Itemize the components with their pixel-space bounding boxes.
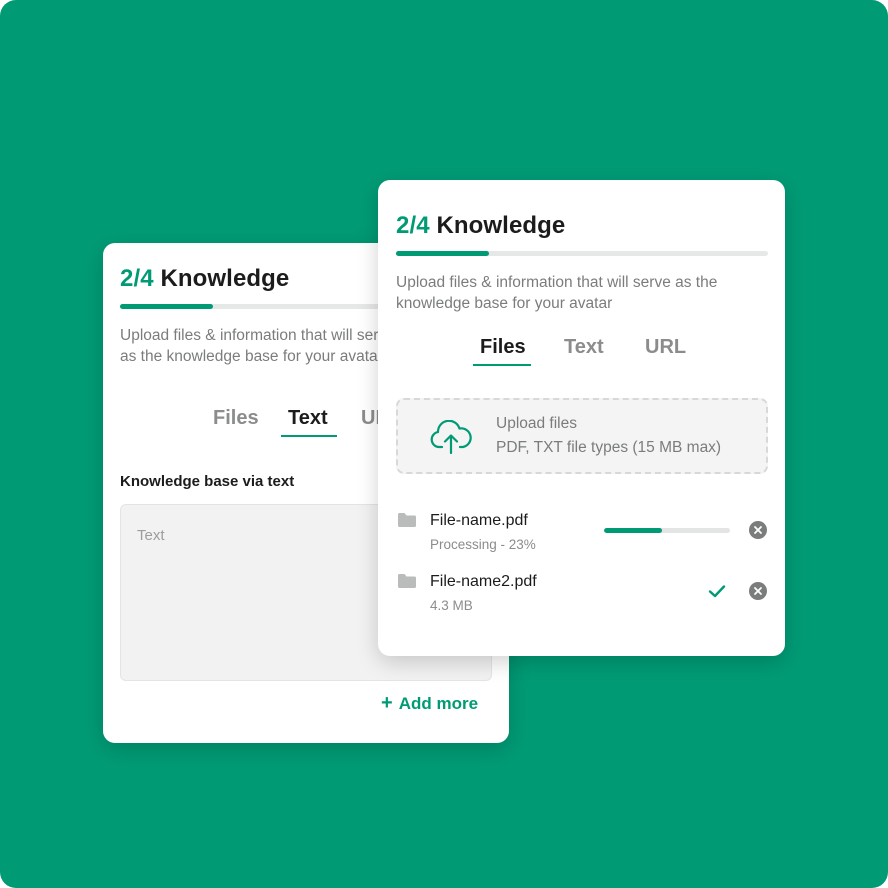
description-line-1: Upload files & information that will ser… — [396, 274, 718, 291]
card-title-text: Knowledge — [160, 265, 290, 292]
tab-text[interactable]: Text — [564, 336, 604, 359]
step-progress-track — [396, 251, 768, 256]
file-name: File-name.pdf — [430, 512, 528, 529]
page-background: 2/4 Knowledge Upload files & information… — [0, 0, 888, 888]
card-description: Upload files & information that will ser… — [396, 272, 776, 314]
file-size: 4.3 MB — [430, 598, 473, 613]
remove-file-button[interactable] — [749, 521, 767, 539]
upload-subtitle: PDF, TXT file types (15 MB max) — [496, 439, 722, 456]
tab-text[interactable]: Text — [288, 407, 328, 430]
add-more-label: Add more — [398, 694, 479, 713]
card-title: 2/4 Knowledge — [120, 265, 289, 293]
plus-icon: + — [381, 692, 393, 714]
file-name: File-name2.pdf — [430, 573, 537, 590]
card-description: Upload files & information that will ser… — [120, 327, 395, 365]
upload-dropzone[interactable]: Upload files PDF, TXT file types (15 MB … — [396, 398, 768, 474]
description-line-2: knowledge base for your avatar — [396, 295, 613, 312]
upload-progress-fill — [604, 528, 662, 533]
folder-icon — [398, 513, 416, 527]
file-status: Processing - 23% — [430, 537, 536, 552]
active-tab-indicator — [473, 364, 531, 366]
card-title: 2/4 Knowledge — [396, 212, 565, 240]
add-more-button[interactable]: + Add more — [381, 692, 478, 715]
remove-file-button[interactable] — [749, 582, 767, 600]
cloud-upload-icon — [430, 420, 472, 454]
upload-progress-track — [604, 528, 730, 533]
tab-files[interactable]: Files — [213, 407, 259, 430]
folder-icon — [398, 574, 416, 588]
tab-url[interactable]: URL — [645, 336, 686, 359]
step-indicator: 2/4 — [396, 212, 430, 239]
step-indicator: 2/4 — [120, 265, 154, 292]
card-title-text: Knowledge — [436, 212, 566, 239]
active-tab-indicator — [281, 435, 337, 437]
upload-title: Upload files — [496, 415, 577, 432]
check-icon — [708, 585, 726, 598]
step-progress-fill — [120, 304, 213, 309]
close-icon — [754, 526, 762, 534]
section-label: Knowledge base via text — [120, 473, 295, 490]
knowledge-card-files: 2/4 Knowledge Upload files & information… — [378, 180, 785, 656]
tab-files[interactable]: Files — [480, 336, 526, 359]
step-progress-fill — [396, 251, 489, 256]
close-icon — [754, 587, 762, 595]
